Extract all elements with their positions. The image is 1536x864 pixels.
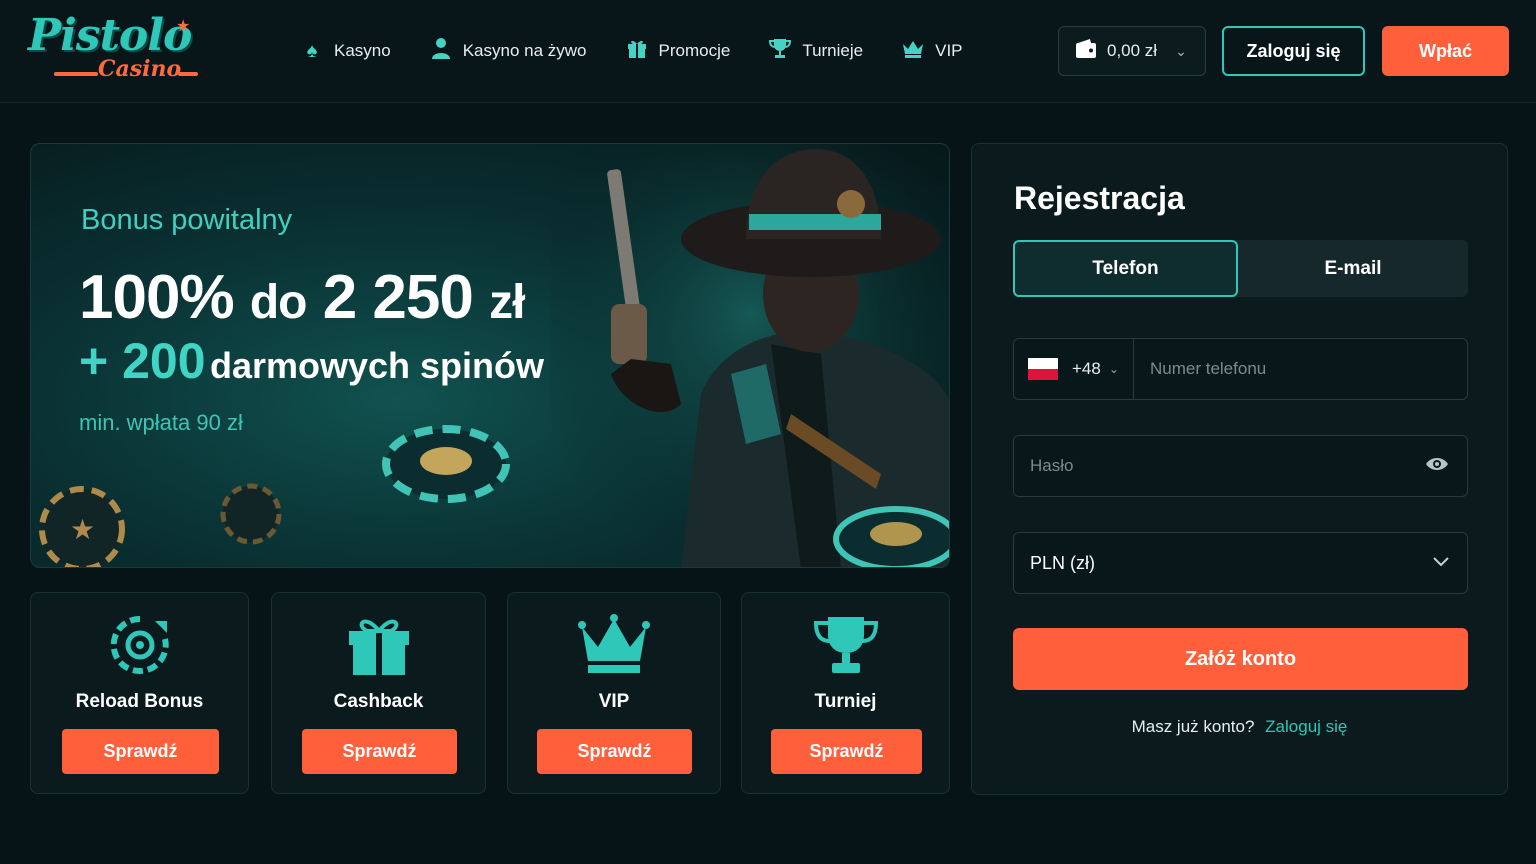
spins-count: + 200 xyxy=(79,333,206,389)
trophy-icon xyxy=(768,37,792,65)
main-nav: ♠ Kasyno Kasyno na żywo Promocje Turniej… xyxy=(300,34,1001,68)
nav-item-live-casino[interactable]: Kasyno na żywo xyxy=(429,37,587,65)
tab-email[interactable]: E-mail xyxy=(1238,240,1468,297)
crown-icon xyxy=(508,613,720,677)
card-title: Reload Bonus xyxy=(75,691,204,712)
currency-select[interactable]: PLN (zł) xyxy=(1013,532,1468,594)
logo[interactable]: Pistolo ★ Casino xyxy=(28,10,208,90)
balance-dropdown[interactable]: 0,00 zł ⌄ xyxy=(1058,26,1206,76)
phone-input[interactable] xyxy=(1134,339,1467,399)
svg-text:★: ★ xyxy=(70,514,95,545)
have-account-text: Masz już konto? xyxy=(1131,717,1255,736)
nav-item-tournaments[interactable]: Turnieje xyxy=(768,37,863,65)
logo-underline xyxy=(54,72,98,76)
promo-card-reload: Reload Bonus Sprawdź xyxy=(30,592,249,794)
registration-panel: Rejestracja Telefon E-mail +48 ⌄ PLN (zł… xyxy=(971,143,1508,795)
bonus-percent: 100% xyxy=(79,263,235,332)
login-button[interactable]: Zaloguj się xyxy=(1222,26,1365,76)
free-spins-line: + 200 darmowych spinów xyxy=(79,332,544,390)
chevron-down-icon xyxy=(1433,554,1449,572)
header: Pistolo ★ Casino ♠ Kasyno Kasyno na żywo… xyxy=(0,0,1536,103)
nav-item-kasyno[interactable]: ♠ Kasyno xyxy=(300,40,391,63)
spins-text: darmowych spinów xyxy=(209,345,545,386)
nav-label: Turnieje xyxy=(802,41,864,60)
gift-icon xyxy=(272,613,485,677)
create-account-button[interactable]: Załóż konto xyxy=(1013,628,1468,690)
star-icon: ★ xyxy=(176,18,191,35)
check-button[interactable]: Sprawdź xyxy=(302,729,457,774)
eye-icon[interactable] xyxy=(1417,455,1457,478)
check-button[interactable]: Sprawdź xyxy=(62,729,219,774)
card-title: VIP xyxy=(598,691,630,712)
registration-title: Rejestracja xyxy=(1014,180,1185,216)
poland-flag-icon xyxy=(1028,358,1058,380)
gift-icon xyxy=(625,37,649,65)
welcome-bonus-banner[interactable]: Bonus powitalny 100% do 2 250 zł + 200 d… xyxy=(30,143,950,568)
logo-underline xyxy=(178,72,198,76)
chevron-down-icon: ⌄ xyxy=(1108,362,1119,376)
balance-value: 0,00 zł xyxy=(1107,41,1158,60)
promo-card-vip: VIP Sprawdź xyxy=(507,592,721,794)
check-button[interactable]: Sprawdź xyxy=(771,729,922,774)
card-title: Cashback xyxy=(333,691,424,712)
phone-field: +48 ⌄ xyxy=(1013,338,1468,400)
casino-chip xyxy=(382,425,510,503)
country-code-select[interactable]: +48 ⌄ xyxy=(1014,339,1134,399)
promo-card-cashback: Cashback Sprawdź xyxy=(271,592,486,794)
cowboy-illustration xyxy=(551,144,949,567)
password-field xyxy=(1013,435,1468,497)
promo-card-tournament: Turniej Sprawdź xyxy=(741,592,950,794)
card-title: Turniej xyxy=(814,691,877,712)
bonus-currency: zł xyxy=(489,276,525,329)
user-icon xyxy=(429,37,453,65)
bonus-headline: 100% do 2 250 zł xyxy=(79,262,525,333)
country-code: +48 xyxy=(1072,359,1101,378)
have-account-row: Masz już konto? Zaloguj się xyxy=(972,717,1507,737)
currency-value: PLN (zł) xyxy=(1030,552,1096,573)
logo-name: Pistolo xyxy=(28,10,192,61)
bonus-label: Bonus powitalny xyxy=(81,204,293,236)
nav-label: Kasyno xyxy=(334,41,391,60)
nav-item-vip[interactable]: VIP xyxy=(901,38,963,64)
bonus-prefix: do xyxy=(249,276,308,329)
tab-phone[interactable]: Telefon xyxy=(1013,240,1238,297)
nav-label: VIP xyxy=(935,41,963,60)
min-deposit: min. wpłata 90 zł xyxy=(79,410,243,435)
password-input[interactable] xyxy=(1014,436,1417,496)
login-link[interactable]: Zaloguj się xyxy=(1265,717,1347,736)
chevron-down-icon: ⌄ xyxy=(1175,42,1187,59)
trophy-icon xyxy=(742,613,949,677)
bonus-amount: 2 250 xyxy=(322,263,474,332)
nav-item-promotions[interactable]: Promocje xyxy=(625,37,731,65)
reload-icon xyxy=(31,613,248,677)
nav-label: Kasyno na żywo xyxy=(462,41,587,60)
wallet-icon xyxy=(1075,38,1097,64)
check-button[interactable]: Sprawdź xyxy=(537,729,692,774)
registration-tabs: Telefon E-mail xyxy=(1013,240,1468,297)
deposit-button[interactable]: Wpłać xyxy=(1382,26,1509,76)
nav-label: Promocje xyxy=(658,41,731,60)
casino-chip xyxy=(220,483,282,545)
crown-icon xyxy=(901,38,925,64)
spade-icon: ♠ xyxy=(306,39,318,62)
casino-chip: ★ xyxy=(39,486,125,567)
logo-sub: Casino xyxy=(98,56,182,82)
